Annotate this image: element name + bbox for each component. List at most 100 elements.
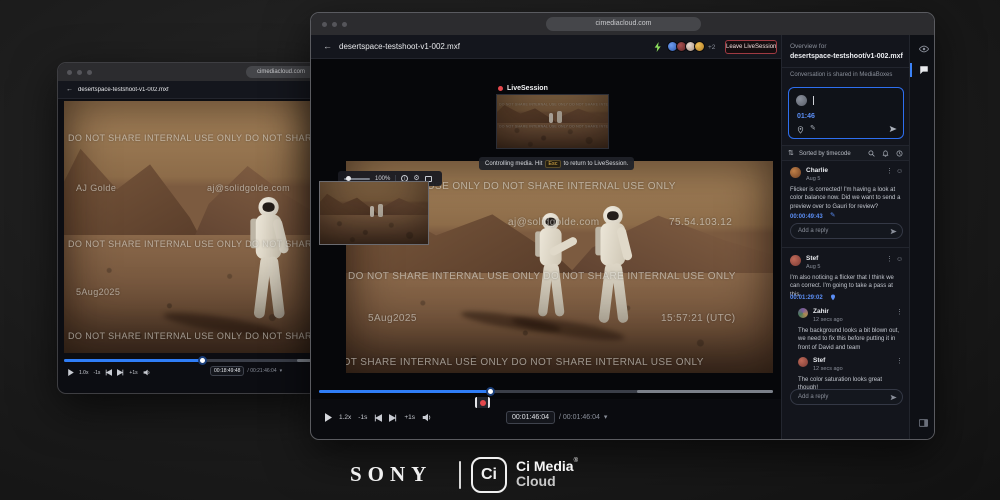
reply-placeholder: Add a reply [798,228,828,234]
playhead[interactable] [198,356,207,365]
toast-text: Controlling media. Hit [485,161,542,167]
timecode-total: / 00:21:46:04 [247,368,276,374]
traffic-light-minimize[interactable] [332,22,337,27]
livesession-bolt-icon [654,42,662,52]
back-player-controls: 1.0x -1s +1s [68,369,150,376]
toast-text: to return to LiveSession. [564,161,629,167]
asset-title: desertspace-testshoot-v1-002.mxf [78,87,169,93]
next-frame-icon[interactable] [117,369,124,376]
composer-avatar [796,95,807,106]
play-icon[interactable] [68,369,74,376]
chevron-down-icon[interactable]: ▾ [604,414,608,421]
traffic-light-close[interactable] [67,70,72,75]
overflow-menu-icon[interactable]: ⋮ [886,256,893,263]
zoom-slider[interactable] [344,178,370,180]
skip-back-button[interactable]: -1s [358,414,367,421]
overview-eye-icon[interactable] [919,45,929,53]
overflow-menu-icon[interactable]: ⋮ [896,358,903,365]
live-dot-icon [498,86,503,91]
reply-input[interactable]: Add a reply [790,223,903,239]
search-icon[interactable] [868,150,875,157]
annotation-edit-icon[interactable]: ✎ [830,213,835,220]
participant-avatar[interactable] [694,41,705,52]
prev-frame-icon[interactable] [105,369,112,376]
overflow-menu-icon[interactable]: ⋮ [896,309,903,316]
timecode-current[interactable]: 00:01:46:04 [506,411,555,424]
reply-input[interactable]: Add a reply [790,389,903,405]
next-frame-icon[interactable] [389,414,397,422]
sidebar-asset-name[interactable]: desertspace-testshoot/v1-002.mxf [790,53,903,60]
traffic-light-minimize[interactable] [77,70,82,75]
back-progress-bar[interactable] [64,359,315,362]
right-tool-strip [909,35,935,440]
watermark-date: 5Aug2025 [76,287,120,297]
reply-avatar [798,308,808,318]
clock-icon[interactable] [896,150,903,157]
speed-button[interactable]: 1.0x [79,370,88,376]
add-reaction-icon[interactable]: ☺ [896,168,903,175]
bell-icon[interactable] [882,150,889,157]
add-reaction-icon[interactable]: ☺ [896,256,903,263]
annotation-pin-icon[interactable] [830,294,836,301]
watermark-row: DO NOT SHARE INTERNAL USE ONLY DO NOT SH… [346,357,704,368]
comment-timecode-link[interactable]: 00:00:49:43 [790,214,823,220]
skip-back-button[interactable]: -1s [93,370,100,376]
speed-button[interactable]: 1.2x [339,414,351,421]
back-icon[interactable]: ← [66,86,73,93]
send-icon[interactable] [890,228,897,235]
watermark-row: DO NOT SHARE INTERNAL USE ONLY DO NOT SH… [68,133,315,143]
zoom-minimap[interactable] [319,181,429,245]
draw-annotation-icon[interactable]: ✎ [810,125,816,132]
back-video-frame[interactable]: DO NOT SHARE INTERNAL USE ONLY DO NOT SH… [64,101,315,353]
registered-mark: ® [574,458,578,464]
timecode-current[interactable]: 00:18:49:48 [210,366,244,376]
main-window-chrome: cimediacloud.com [311,13,934,35]
leave-livesession-button[interactable]: Leave LiveSession [725,40,777,54]
skip-forward-button[interactable]: +1s [404,414,415,421]
watermark-email: aj@solidgolde.com [508,217,599,228]
url-bar[interactable]: cimediacloud.com [246,66,316,78]
volume-icon[interactable] [143,369,150,376]
overflow-menu-icon[interactable]: ⋮ [886,168,893,175]
watermark-user-name: AJ Golde [76,183,116,193]
back-window-chrome: cimediacloud.com [58,63,319,81]
comment-time: Aug 5 [806,176,820,182]
comment-time: Aug 5 [806,264,820,270]
traffic-light-close[interactable] [322,22,327,27]
progress-bar[interactable] [319,390,773,393]
sort-label[interactable]: Sorted by timecode [799,151,851,157]
send-icon[interactable] [890,394,897,401]
comments-sidebar: Overview for desertspace-testshoot/v1-00… [781,35,909,440]
back-icon[interactable]: ← [323,42,332,51]
traffic-light-zoom[interactable] [87,70,92,75]
comment-composer[interactable]: 01:46 ✎ [788,87,904,139]
ci-logo-mark: Ci [471,457,507,493]
comments-bubble-icon[interactable] [919,65,929,75]
comment-timecode-link[interactable]: 00:01:29:02 [790,295,823,301]
send-icon[interactable] [889,125,897,133]
chevron-down-icon[interactable]: ▾ [280,369,283,374]
brand-divider [459,461,461,489]
prev-frame-icon[interactable] [374,414,382,422]
livesession-indicator: LiveSession [498,85,548,92]
composer-timecode[interactable]: 01:46 [797,113,815,120]
skip-forward-button[interactable]: +1s [129,370,137,376]
video-viewer: DO NOT SHARE INTERNAL USE ONLY DO NOT SH… [311,59,781,399]
play-icon[interactable] [325,413,332,422]
comment-marker[interactable] [475,397,490,408]
shared-note: Conversation is shared in MediaBoxes [790,72,892,78]
sony-logo: SONY [350,462,432,487]
traffic-light-zoom[interactable] [342,22,347,27]
presenter-pip[interactable]: DO NOT SHARE INTERNAL USE ONLY DO NOT SH… [496,94,609,149]
watermark-email: aj@solidgolde.com [207,183,290,193]
volume-icon[interactable] [422,413,431,422]
playhead[interactable] [486,387,495,396]
watermark-time: 15:57:21 (UTC) [661,313,736,324]
watermark-row: DO NOT SHARE INTERNAL USE ONLY DO NOT SH… [348,271,736,282]
reply-placeholder: Add a reply [798,394,828,400]
sort-icon[interactable]: ⇅ [788,150,794,157]
panel-toggle-icon[interactable] [919,419,928,427]
location-pin-icon[interactable] [797,126,804,134]
url-bar[interactable]: cimediacloud.com [546,17,701,31]
participant-extra-count[interactable]: +2 [708,44,715,51]
